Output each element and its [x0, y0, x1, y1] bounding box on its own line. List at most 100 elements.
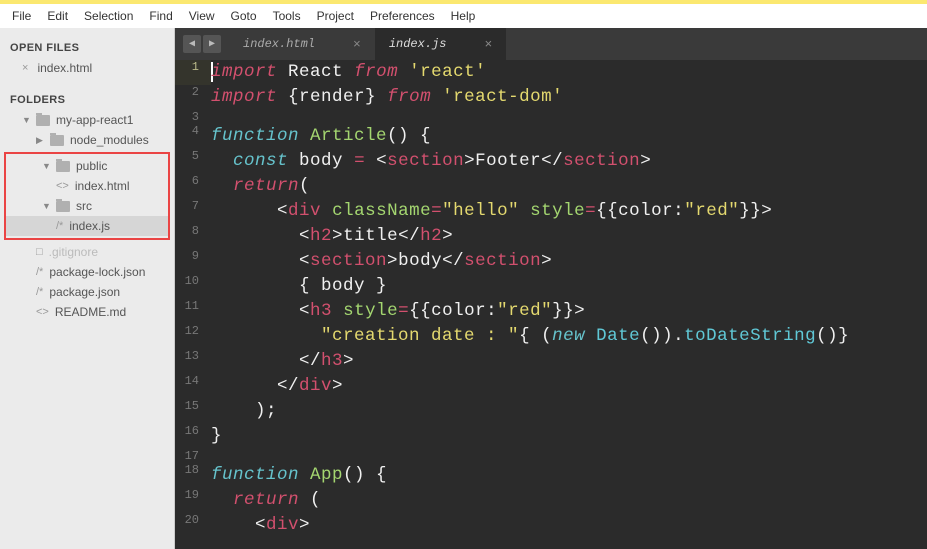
- code-content: function App() {: [211, 463, 927, 488]
- menu-item-selection[interactable]: Selection: [76, 5, 141, 27]
- code-content: <h3 style={{color:"red"}}>: [211, 299, 927, 324]
- chevron-down-icon: ▼: [42, 201, 50, 211]
- line-number: 20: [175, 513, 211, 538]
- file-icon: <>: [36, 306, 49, 318]
- nav-back-button[interactable]: ◀: [183, 35, 201, 53]
- file-name: README.md: [55, 305, 126, 319]
- close-icon[interactable]: ×: [484, 37, 492, 52]
- file-icon: /*: [36, 266, 43, 278]
- html-icon: <>: [56, 180, 69, 192]
- code-line[interactable]: 19 return (: [175, 488, 927, 513]
- code-line[interactable]: 17: [175, 449, 927, 463]
- tab-label: index.js: [389, 37, 447, 51]
- menu-item-tools[interactable]: Tools: [265, 5, 309, 27]
- line-number: 14: [175, 374, 211, 399]
- line-number: 17: [175, 449, 211, 463]
- file-name: index.js: [69, 219, 110, 233]
- folder-root[interactable]: ▼ my-app-react1: [0, 110, 174, 130]
- code-line[interactable]: 15 );: [175, 399, 927, 424]
- menu-item-help[interactable]: Help: [443, 5, 484, 27]
- code-content: <div className="hello" style={{color:"re…: [211, 199, 927, 224]
- code-line[interactable]: 3: [175, 110, 927, 124]
- sidebar: OPEN FILES × index.html FOLDERS ▼ my-app…: [0, 28, 175, 549]
- code-line[interactable]: 20 <div>: [175, 513, 927, 538]
- folder-public[interactable]: ▼ public: [6, 156, 168, 176]
- code-line[interactable]: 11 <h3 style={{color:"red"}}>: [175, 299, 927, 324]
- folder-name: public: [76, 159, 107, 173]
- tab-active[interactable]: index.js ×: [375, 28, 506, 60]
- file-item[interactable]: /* package.json: [0, 282, 174, 302]
- file-icon: /*: [36, 286, 43, 298]
- menu-item-edit[interactable]: Edit: [39, 5, 76, 27]
- chevron-down-icon: ▼: [22, 115, 30, 125]
- code-content: const body = <section>Footer</section>: [211, 149, 927, 174]
- menu-item-view[interactable]: View: [181, 5, 223, 27]
- folder-icon: [56, 201, 70, 212]
- code-content: function Article() {: [211, 124, 927, 149]
- code-content: return(: [211, 174, 927, 199]
- code-content: return (: [211, 488, 927, 513]
- file-name: package.json: [49, 285, 120, 299]
- code-line[interactable]: 8 <h2>title</h2>: [175, 224, 927, 249]
- line-number: 18: [175, 463, 211, 488]
- code-line[interactable]: 5 const body = <section>Footer</section>: [175, 149, 927, 174]
- code-line[interactable]: 6 return(: [175, 174, 927, 199]
- line-number: 3: [175, 110, 211, 124]
- code-content: "creation date : "{ (new Date()).toDateS…: [211, 324, 927, 349]
- file-item[interactable]: <> README.md: [0, 302, 174, 322]
- js-icon: /*: [56, 220, 63, 232]
- line-number: 2: [175, 85, 211, 110]
- line-number: 4: [175, 124, 211, 149]
- editor-pane: ◀ ▶ index.html × index.js × 1import Reac…: [175, 28, 927, 549]
- highlight-annotation: ▼ public <> index.html ▼ src /* index.js: [4, 152, 170, 240]
- code-line[interactable]: 1import React from 'react': [175, 60, 927, 85]
- file-name: package-lock.json: [49, 265, 145, 279]
- file-item-active[interactable]: /* index.js: [6, 216, 168, 236]
- close-icon[interactable]: ×: [22, 62, 28, 74]
- code-line[interactable]: 9 <section>body</section>: [175, 249, 927, 274]
- code-content: import React from 'react': [211, 60, 927, 85]
- code-content: </div>: [211, 374, 927, 399]
- menu-item-file[interactable]: File: [4, 5, 39, 27]
- code-line[interactable]: 18function App() {: [175, 463, 927, 488]
- file-item[interactable]: <> index.html: [6, 176, 168, 196]
- code-line[interactable]: 2import {render} from 'react-dom': [175, 85, 927, 110]
- menu-item-preferences[interactable]: Preferences: [362, 5, 443, 27]
- code-area[interactable]: 1import React from 'react'2import {rende…: [175, 60, 927, 549]
- code-content: [211, 110, 927, 124]
- code-content: { body }: [211, 274, 927, 299]
- folders-heading: FOLDERS: [0, 88, 174, 110]
- line-number: 16: [175, 424, 211, 449]
- code-content: }: [211, 424, 927, 449]
- folder-icon: [56, 161, 70, 172]
- file-name: .gitignore: [49, 245, 98, 259]
- code-line[interactable]: 12 "creation date : "{ (new Date()).toDa…: [175, 324, 927, 349]
- nav-forward-button[interactable]: ▶: [203, 35, 221, 53]
- folder-name: node_modules: [70, 133, 149, 147]
- menu-item-find[interactable]: Find: [141, 5, 180, 27]
- menubar: FileEditSelectionFindViewGotoToolsProjec…: [0, 4, 927, 28]
- menu-item-project[interactable]: Project: [309, 5, 362, 27]
- code-line[interactable]: 4function Article() {: [175, 124, 927, 149]
- code-line[interactable]: 10 { body }: [175, 274, 927, 299]
- file-item[interactable]: /* package-lock.json: [0, 262, 174, 282]
- folder-name: my-app-react1: [56, 113, 133, 127]
- open-file-item[interactable]: × index.html: [0, 58, 174, 78]
- code-line[interactable]: 14 </div>: [175, 374, 927, 399]
- line-number: 5: [175, 149, 211, 174]
- code-line[interactable]: 7 <div className="hello" style={{color:"…: [175, 199, 927, 224]
- menu-item-goto[interactable]: Goto: [223, 5, 265, 27]
- folder-node-modules[interactable]: ▶ node_modules: [0, 130, 174, 150]
- code-line[interactable]: 16}: [175, 424, 927, 449]
- code-content: <div>: [211, 513, 927, 538]
- close-icon[interactable]: ×: [353, 37, 361, 52]
- line-number: 6: [175, 174, 211, 199]
- code-content: import {render} from 'react-dom': [211, 85, 927, 110]
- file-icon: □: [36, 246, 43, 258]
- line-number: 8: [175, 224, 211, 249]
- open-file-name: index.html: [37, 61, 92, 75]
- folder-src[interactable]: ▼ src: [6, 196, 168, 216]
- tab-inactive[interactable]: index.html ×: [229, 28, 375, 60]
- file-item[interactable]: □ .gitignore: [0, 242, 174, 262]
- code-line[interactable]: 13 </h3>: [175, 349, 927, 374]
